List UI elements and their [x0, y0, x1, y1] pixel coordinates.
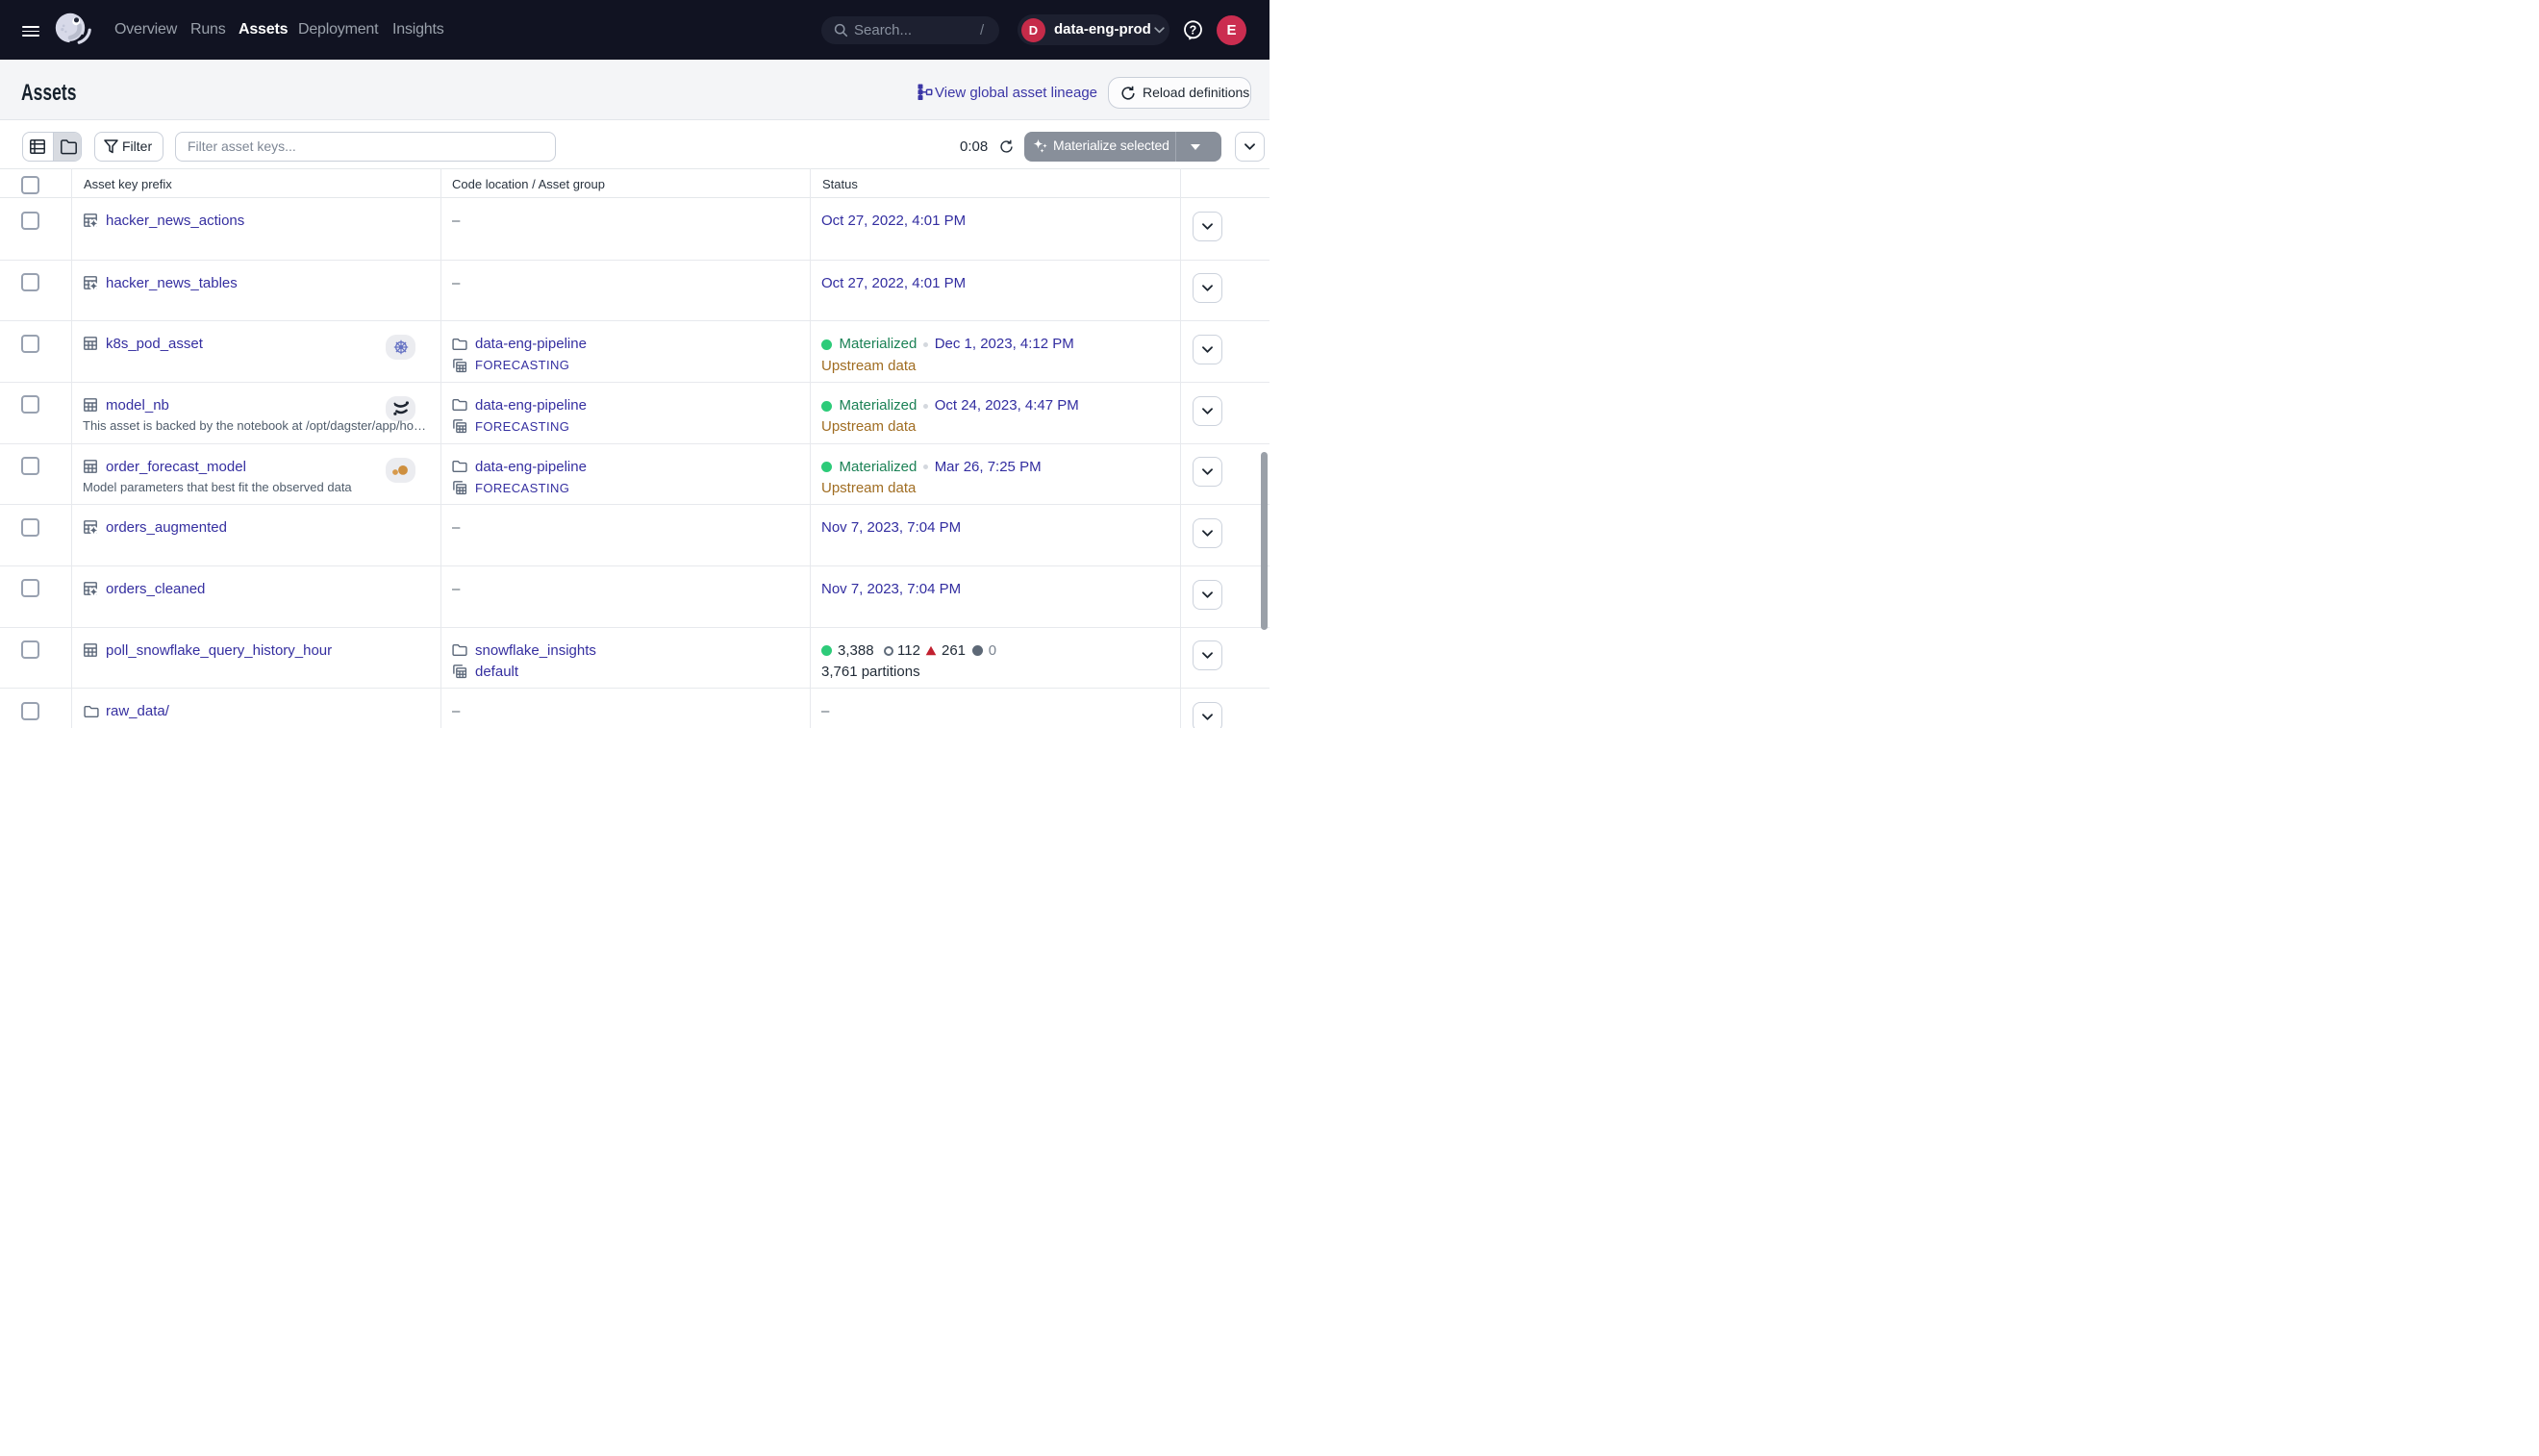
svg-text:?: ? — [1190, 23, 1197, 37]
